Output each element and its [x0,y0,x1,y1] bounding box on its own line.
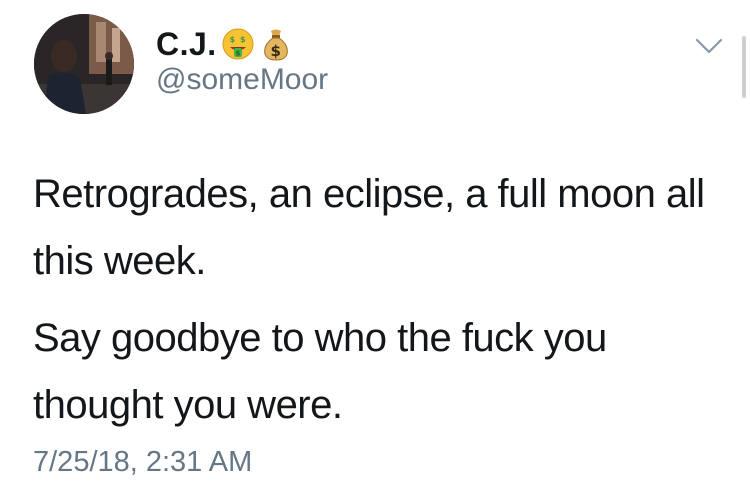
scrollbar[interactable] [742,36,746,98]
svg-text:$: $ [270,42,280,60]
avatar-photo-icon [34,14,134,114]
author-handle[interactable]: @someMoor [156,63,328,97]
money-bag-icon: $ [259,27,293,61]
svg-text:$: $ [240,35,246,44]
tweet-card: C.J. $ $ $ $ @someMoor Retrogrades, an e… [0,0,750,494]
tweet-text-line: Say goodbye to who the fuck you [33,316,607,360]
svg-text:$: $ [235,50,240,58]
money-mouth-face-icon: $ $ $ [221,27,255,61]
tweet-text-line: this week. [33,239,206,283]
author-name-row[interactable]: C.J. $ $ $ $ [156,24,293,64]
tweet-text-line: Retrogrades, an eclipse, a full moon all [33,172,705,216]
chevron-down-icon[interactable] [694,34,724,58]
avatar[interactable] [34,14,134,114]
author-display-name[interactable]: C.J. [156,26,217,63]
svg-text:$: $ [229,35,235,44]
tweet-text-line: thought you were. [33,383,343,427]
tweet-timestamp[interactable]: 7/25/18, 2:31 AM [33,446,252,479]
